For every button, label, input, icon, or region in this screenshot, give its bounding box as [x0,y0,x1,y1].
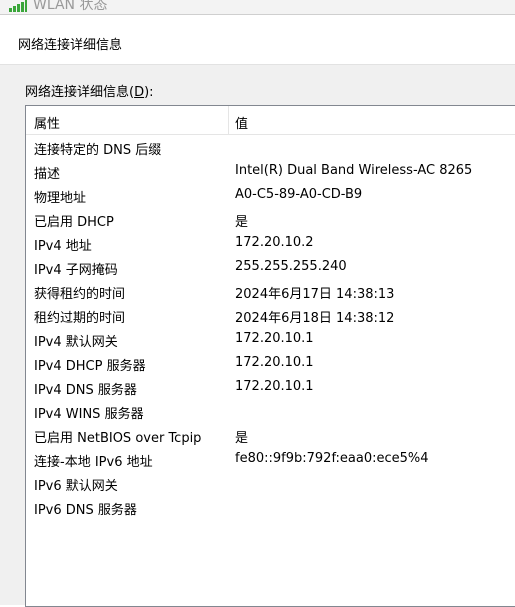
background-window-title: WLAN 状态 [33,0,108,13]
table-row[interactable]: 物理地址 A0-C5-89-A0-CD-B9 [26,183,515,207]
table-row[interactable]: 连接特定的 DNS 后缀 [26,135,515,159]
property-value: 是 [235,431,249,446]
background-window-titlebar: WLAN 状态 [0,0,515,14]
list-header: 属性 值 [26,106,515,135]
list-caption-prefix: 网络连接详细信息( [25,85,135,100]
table-row[interactable]: 获得租约的时间 2024年6月17日 14:38:13 [26,279,515,303]
column-separator[interactable] [228,106,229,134]
table-row[interactable]: 租约过期的时间 2024年6月18日 14:38:12 [26,303,515,327]
property-name: 已启用 DHCP [34,215,114,230]
property-name: IPv4 WINS 服务器 [34,407,144,422]
property-name: 连接特定的 DNS 后缀 [34,143,162,158]
property-name: IPv4 DHCP 服务器 [34,359,146,374]
table-row[interactable]: 已启用 DHCP 是 [26,207,515,231]
property-value: 2024年6月18日 14:38:12 [235,311,395,326]
table-row[interactable]: IPv4 地址 172.20.10.2 [26,231,515,255]
list-rows: 连接特定的 DNS 后缀 描述 Intel(R) Dual Band Wirele… [26,135,515,519]
table-row[interactable]: IPv4 DHCP 服务器 172.20.10.1 [26,351,515,375]
property-value: Intel(R) Dual Band Wireless-AC 8265 [235,163,473,178]
details-listview[interactable]: 属性 值 连接特定的 DNS 后缀 描述 Intel(R) Dual Band W… [25,105,515,607]
property-name: IPv4 默认网关 [34,335,118,350]
property-value: 是 [235,215,249,230]
wifi-signal-icon [9,0,27,12]
table-row[interactable]: 连接-本地 IPv6 地址 fe80::9f9b:792f:eaa0:ece5%4 [26,447,515,471]
property-value: A0-C5-89-A0-CD-B9 [235,187,363,202]
dialog-titlebar[interactable]: 网络连接详细信息 [0,15,515,65]
property-value: 172.20.10.1 [235,331,314,346]
property-name: IPv4 DNS 服务器 [34,383,137,398]
property-name: 已启用 NetBIOS over Tcpip [34,431,202,446]
property-name: IPv4 子网掩码 [34,263,118,278]
property-name: IPv6 DNS 服务器 [34,503,137,518]
property-name: IPv6 默认网关 [34,479,118,494]
network-details-dialog: 网络连接详细信息 网络连接详细信息(D): 属性 值 连接特定的 DNS 后缀 … [0,14,515,607]
table-row[interactable]: IPv4 默认网关 172.20.10.1 [26,327,515,351]
column-header-property[interactable]: 属性 [34,113,60,132]
property-value: 172.20.10.2 [235,235,314,250]
table-row[interactable]: IPv6 默认网关 [26,471,515,495]
table-row[interactable]: IPv4 WINS 服务器 [26,399,515,423]
property-name: 连接-本地 IPv6 地址 [34,455,153,470]
property-value: 255.255.255.240 [235,259,347,274]
property-name: 描述 [34,167,61,182]
dialog-title: 网络连接详细信息 [18,38,123,53]
table-row[interactable]: IPv4 DNS 服务器 172.20.10.1 [26,375,515,399]
list-caption: 网络连接详细信息(D): [25,81,154,100]
table-row[interactable]: 已启用 NetBIOS over Tcpip 是 [26,423,515,447]
list-caption-suffix: ): [144,85,154,100]
property-name: 获得租约的时间 [34,287,126,302]
property-name: 物理地址 [34,191,87,206]
property-name: 租约过期的时间 [34,311,126,326]
table-row[interactable]: IPv4 子网掩码 255.255.255.240 [26,255,515,279]
property-value: 172.20.10.1 [235,355,314,370]
list-caption-accelerator: D [134,85,145,100]
table-row[interactable]: 描述 Intel(R) Dual Band Wireless-AC 8265 [26,159,515,183]
column-header-value[interactable]: 值 [235,113,248,132]
property-value: fe80::9f9b:792f:eaa0:ece5%4 [235,451,429,466]
property-name: IPv4 地址 [34,239,92,254]
property-value: 172.20.10.1 [235,379,314,394]
property-value: 2024年6月17日 14:38:13 [235,287,395,302]
table-row[interactable]: IPv6 DNS 服务器 [26,495,515,519]
